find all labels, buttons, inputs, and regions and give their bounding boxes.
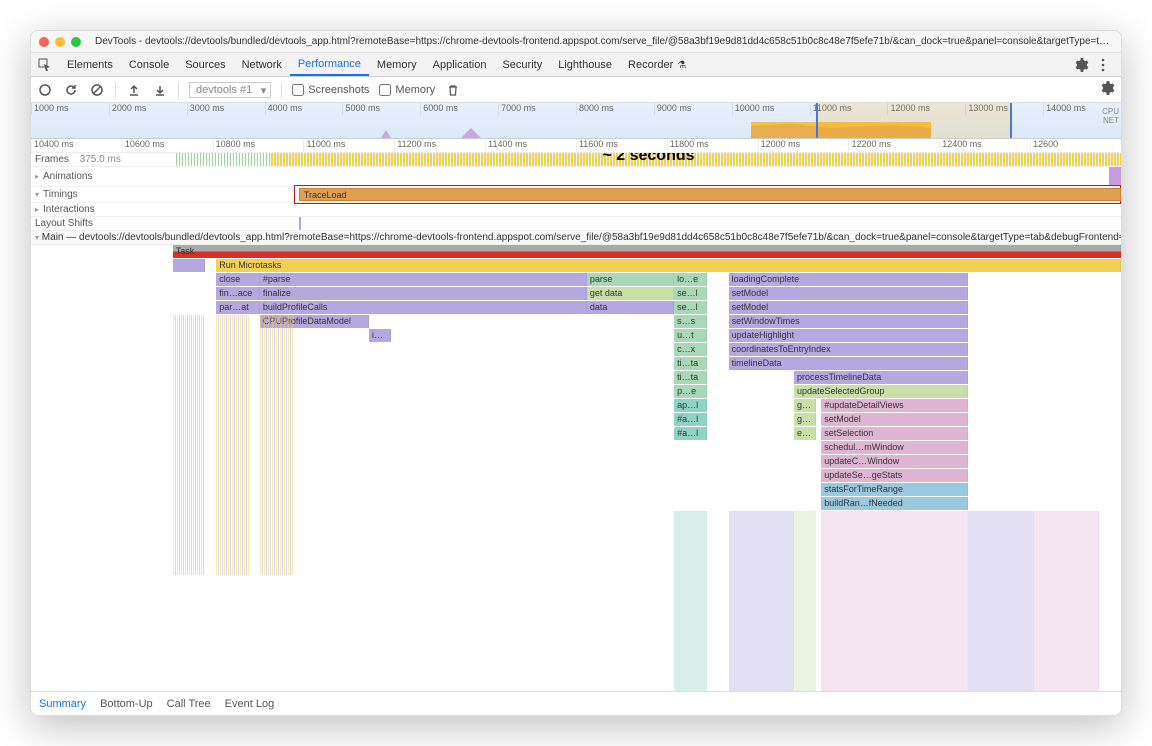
minimize-icon[interactable] bbox=[55, 37, 65, 47]
tab-network[interactable]: Network bbox=[234, 55, 290, 75]
flame-bar[interactable]: e… bbox=[794, 427, 816, 440]
clear-icon[interactable] bbox=[89, 82, 105, 98]
flame-bar[interactable]: buildRan…fNeeded bbox=[821, 497, 968, 510]
flame-bar[interactable]: par…at bbox=[216, 301, 260, 314]
flame-bar[interactable]: parse bbox=[587, 273, 674, 286]
tab-recorder[interactable]: Recorder bbox=[620, 55, 694, 75]
flame-bar[interactable]: schedul…mWindow bbox=[821, 441, 968, 454]
interactions-track[interactable]: ▸Interactions bbox=[31, 203, 1121, 217]
overview-selection[interactable] bbox=[816, 103, 1012, 138]
flame-bar[interactable]: ap…l bbox=[674, 399, 707, 412]
flame-bar[interactable]: setSelection bbox=[821, 427, 968, 440]
annotation-label: ~ 2 seconds bbox=[602, 153, 694, 165]
perf-settings-icon[interactable] bbox=[1099, 80, 1115, 96]
flame-bar[interactable]: c…x bbox=[674, 343, 707, 356]
frames-track[interactable]: Frames 375.0 ms bbox=[31, 153, 1121, 167]
flame-bar[interactable]: timelineData bbox=[729, 357, 969, 370]
flame-bar[interactable]: updateC…Window bbox=[821, 455, 968, 468]
tab-summary[interactable]: Summary bbox=[39, 698, 86, 710]
flame-bar[interactable]: buildProfileCalls bbox=[260, 301, 587, 314]
flame-bar[interactable]: g… bbox=[794, 413, 816, 426]
flame-bar[interactable]: #updateDetailViews bbox=[821, 399, 968, 412]
memory-checkbox[interactable]: Memory bbox=[379, 84, 435, 96]
flame-bar[interactable]: ti…ta bbox=[674, 357, 707, 370]
flame-bar[interactable]: ti…ta bbox=[674, 371, 707, 384]
perf-toolbar: devtools #1 ▾ Screenshots Memory bbox=[31, 77, 1121, 103]
tracks: Frames 375.0 ms ▸Animations ~ 2 seconds … bbox=[31, 153, 1121, 691]
flame-bar[interactable]: updateSe…geStats bbox=[821, 469, 968, 482]
flame-bar[interactable]: i… bbox=[369, 329, 391, 342]
flame-bar[interactable]: p…e bbox=[674, 385, 707, 398]
tab-event-log[interactable]: Event Log bbox=[225, 698, 275, 710]
flame-bar[interactable]: u…t bbox=[674, 329, 707, 342]
tab-elements[interactable]: Elements bbox=[59, 55, 121, 75]
flame-bar[interactable]: close bbox=[216, 273, 260, 286]
tab-memory[interactable]: Memory bbox=[369, 55, 425, 75]
flame-bar[interactable]: coordinatesToEntryIndex bbox=[729, 343, 969, 356]
tab-console[interactable]: Console bbox=[121, 55, 177, 75]
profile-select[interactable]: devtools #1 ▾ bbox=[189, 82, 271, 98]
animations-track[interactable]: ▸Animations ~ 2 seconds bbox=[31, 167, 1121, 187]
flame-chart[interactable]: TaskRun Microtasksclose#parseparselo…e lo… bbox=[31, 245, 1121, 691]
trash-icon[interactable] bbox=[445, 82, 461, 98]
traceload-bar[interactable]: TraceLoad bbox=[299, 188, 1121, 201]
flame-bar[interactable]: setModel bbox=[729, 287, 969, 300]
window-title: DevTools - devtools://devtools/bundled/d… bbox=[95, 36, 1113, 47]
detail-tabs: Summary Bottom-Up Call Tree Event Log bbox=[31, 691, 1121, 715]
flame-bar[interactable]: g… bbox=[794, 399, 816, 412]
flame-bar[interactable]: setModel bbox=[821, 413, 968, 426]
flame-bar[interactable]: Run Microtasks bbox=[216, 259, 1121, 272]
upload-icon[interactable] bbox=[126, 82, 142, 98]
kebab-menu-icon[interactable] bbox=[1095, 57, 1111, 73]
tab-application[interactable]: Application bbox=[425, 55, 495, 75]
screenshots-checkbox[interactable]: Screenshots bbox=[292, 84, 369, 96]
flame-bar[interactable]: setModel bbox=[729, 301, 969, 314]
flame-bar[interactable]: setWindowTimes bbox=[729, 315, 969, 328]
overview-right-labels: CPUNET bbox=[1102, 107, 1119, 125]
main-track-header[interactable]: ▾ Main — devtools://devtools/bundled/dev… bbox=[31, 231, 1121, 245]
tab-bottom-up[interactable]: Bottom-Up bbox=[100, 698, 153, 710]
panel-tabs: Elements Console Sources Network Perform… bbox=[31, 53, 1121, 77]
flame-bar[interactable]: s…s bbox=[674, 315, 707, 328]
flame-bar[interactable]: updateSelectedGroup bbox=[794, 385, 968, 398]
tab-security[interactable]: Security bbox=[494, 55, 550, 75]
flame-ruler: 10400 ms10600 ms10800 ms11000 ms11200 ms… bbox=[31, 139, 1121, 153]
flame-bar[interactable]: se…l bbox=[674, 287, 707, 300]
overview-minimap[interactable]: 1000 ms2000 ms3000 ms4000 ms5000 ms6000 … bbox=[31, 103, 1121, 139]
download-icon[interactable] bbox=[152, 82, 168, 98]
gear-icon[interactable] bbox=[1073, 57, 1089, 73]
flame-bar[interactable]: se…l bbox=[674, 301, 707, 314]
flame-bar[interactable]: get data bbox=[587, 287, 674, 300]
titlebar: DevTools - devtools://devtools/bundled/d… bbox=[31, 31, 1121, 53]
flame-bar[interactable]: data bbox=[587, 301, 674, 314]
timings-track[interactable]: ▾Timings TraceLoad bbox=[31, 187, 1121, 203]
inspect-element-icon[interactable] bbox=[35, 55, 55, 75]
tab-lighthouse[interactable]: Lighthouse bbox=[550, 55, 620, 75]
flame-bar[interactable]: finalize bbox=[260, 287, 587, 300]
layout-shifts-track[interactable]: Layout Shifts bbox=[31, 217, 1121, 231]
flame-bar[interactable]: #parse bbox=[260, 273, 587, 286]
flame-bar[interactable] bbox=[173, 259, 206, 272]
maximize-icon[interactable] bbox=[71, 37, 81, 47]
flame-bar[interactable]: updateHighlight bbox=[729, 329, 969, 342]
flame-bar[interactable]: #a…l bbox=[674, 413, 707, 426]
flame-bar[interactable]: #a…l bbox=[674, 427, 707, 440]
flame-bar[interactable]: lo…e bbox=[674, 273, 707, 286]
devtools-window: DevTools - devtools://devtools/bundled/d… bbox=[30, 30, 1122, 716]
flame-bar[interactable]: statsForTimeRange bbox=[821, 483, 968, 496]
tab-performance[interactable]: Performance bbox=[290, 54, 369, 76]
tab-call-tree[interactable]: Call Tree bbox=[167, 698, 211, 710]
flame-bar[interactable]: Task bbox=[173, 245, 1121, 258]
flame-bar[interactable]: processTimelineData bbox=[794, 371, 968, 384]
tab-sources[interactable]: Sources bbox=[177, 55, 233, 75]
reload-icon[interactable] bbox=[63, 82, 79, 98]
flame-bar[interactable]: loadingComplete bbox=[729, 273, 969, 286]
flame-bar[interactable]: fin…ace bbox=[216, 287, 260, 300]
record-icon[interactable] bbox=[37, 82, 53, 98]
close-icon[interactable] bbox=[39, 37, 49, 47]
